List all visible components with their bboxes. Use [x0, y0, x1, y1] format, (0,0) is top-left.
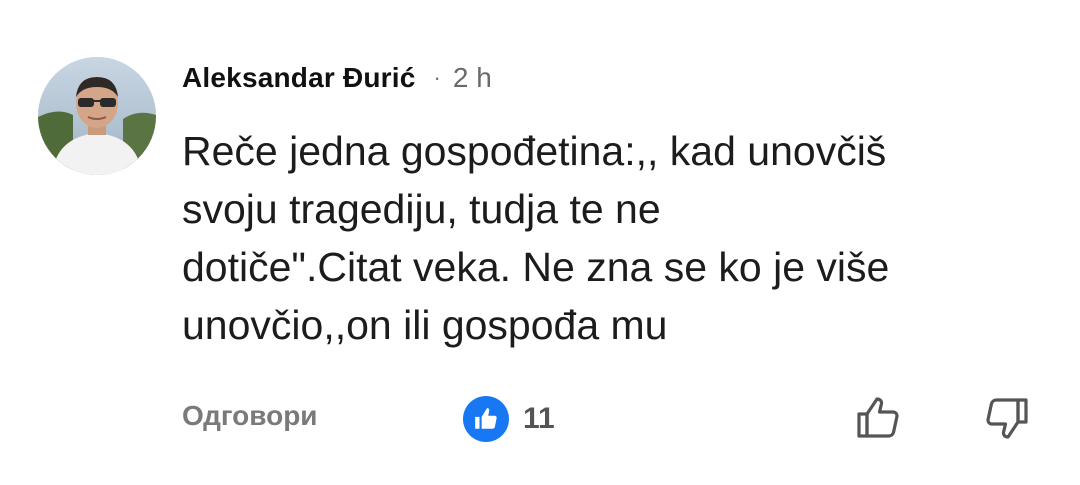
reaction-summary[interactable]: 11	[463, 396, 555, 442]
thumbs-up-icon[interactable]	[853, 392, 905, 444]
comment-text: Reče jedna gospođetina:,, kad unovčiš sv…	[182, 122, 1062, 354]
separator-dot: ·	[433, 65, 441, 90]
timestamp[interactable]: 2 h	[453, 62, 492, 94]
like-reaction-icon	[463, 396, 509, 442]
comment-text-line: dotiče".Citat veka. Ne zna se ko je više	[182, 244, 890, 290]
comment-text-line: unovčio,,on ili gospođa mu	[182, 302, 668, 348]
reply-button[interactable]: Одговори	[182, 400, 318, 432]
comment-text-line: svoju tragediju, tudja te ne	[182, 186, 661, 232]
thumbs-down-icon[interactable]	[980, 392, 1032, 444]
like-count: 11	[523, 402, 555, 435]
avatar[interactable]	[38, 57, 156, 175]
comment-header: Aleksandar Đurić · 2 h	[182, 58, 492, 98]
avatar-photo	[38, 57, 156, 175]
comment-text-line: Reče jedna gospođetina:,, kad unovčiš	[182, 128, 887, 174]
comment-actions: Одговори 11	[0, 388, 1080, 448]
comment: Aleksandar Đurić · 2 h Reče jedna gospođ…	[0, 0, 1080, 485]
author-name[interactable]: Aleksandar Đurić	[182, 62, 416, 94]
